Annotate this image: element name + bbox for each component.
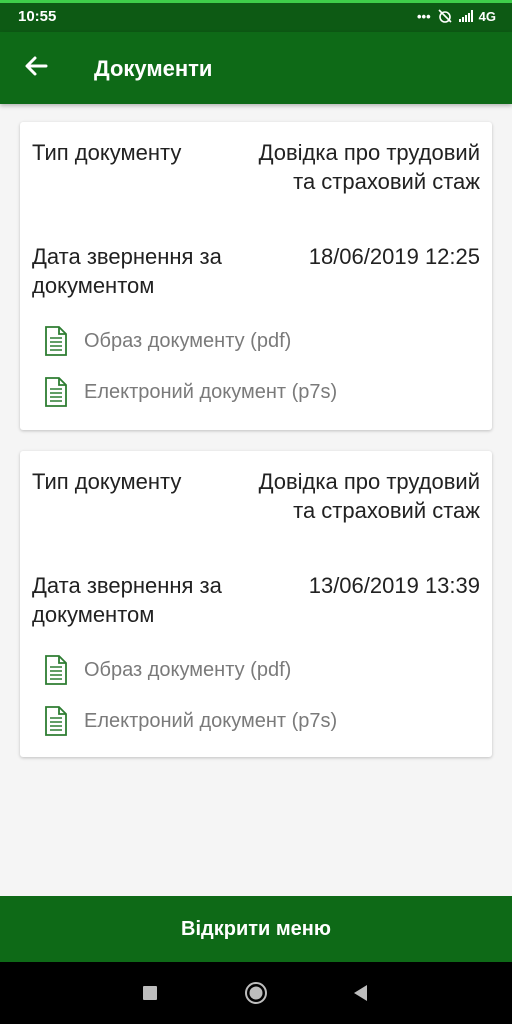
open-menu-button[interactable]: Відкрити меню: [0, 896, 512, 962]
page-title: Документи: [94, 56, 213, 81]
status-accent-line: [0, 0, 512, 3]
doc-type-label: Тип документу: [32, 469, 182, 494]
triangle-back-icon[interactable]: [352, 984, 370, 1002]
doc-date-value: 13/06/2019 13:39: [308, 573, 480, 598]
document-icon: [45, 377, 67, 407]
p7s-link-label: Електроний документ (p7s): [84, 709, 338, 732]
doc-type-row: Тип документу Довідка про трудовий та ст…: [32, 138, 480, 228]
document-icon: [45, 326, 67, 356]
pdf-document-link[interactable]: Образ документу (pdf): [44, 324, 291, 358]
system-nav-bar: [0, 962, 512, 1024]
doc-date-value: 18/06/2019 12:25: [308, 244, 480, 269]
pdf-link-label: Образ документу (pdf): [84, 329, 292, 352]
document-icon: [45, 655, 67, 685]
circle-icon[interactable]: [244, 981, 268, 1005]
status-icons: ••• 4G: [417, 8, 496, 24]
document-card: Тип документу Довідка про трудовий та ст…: [20, 451, 492, 757]
doc-date-row: Дата звернення за документом 13/06/2019 …: [32, 571, 480, 631]
network-type: 4G: [478, 8, 496, 24]
app-bar: Документи: [0, 32, 512, 104]
p7s-link-label: Електроний документ (p7s): [84, 380, 338, 403]
open-menu-label: Відкрити меню: [181, 917, 331, 940]
doc-date-row: Дата звернення за документом 18/06/2019 …: [32, 242, 480, 302]
back-arrow-icon[interactable]: [20, 50, 52, 82]
alarm-off-icon: [438, 9, 452, 23]
more-dots-icon: •••: [417, 8, 431, 24]
p7s-document-link[interactable]: Електроний документ (p7s): [44, 375, 337, 409]
doc-type-row: Тип документу Довідка про трудовий та ст…: [32, 467, 480, 557]
document-card: Тип документу Довідка про трудовий та ст…: [20, 122, 492, 430]
doc-type-value: Довідка про трудовий та страховий стаж: [258, 140, 480, 194]
status-time: 10:55: [18, 8, 57, 25]
p7s-document-link[interactable]: Електроний документ (p7s): [44, 704, 337, 738]
pdf-document-link[interactable]: Образ документу (pdf): [44, 653, 291, 687]
pdf-link-label: Образ документу (pdf): [84, 658, 292, 681]
status-bar: 10:55 ••• 4G: [0, 0, 512, 32]
doc-date-label: Дата звернення за документом: [32, 244, 222, 298]
doc-date-label: Дата звернення за документом: [32, 573, 222, 627]
signal-icon: [458, 10, 473, 22]
square-icon[interactable]: [142, 985, 158, 1001]
doc-type-label: Тип документу: [32, 140, 182, 165]
doc-type-value: Довідка про трудовий та страховий стаж: [258, 469, 480, 523]
document-icon: [45, 706, 67, 736]
